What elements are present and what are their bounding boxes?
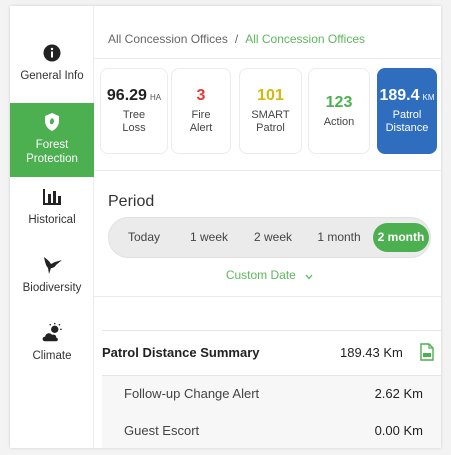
summary-row: Follow-up Change Alert 2.62 Km bbox=[102, 376, 441, 412]
stat-value: 96.29 HA bbox=[106, 87, 162, 104]
summary-total: 189.43 Km bbox=[340, 345, 403, 360]
custom-date-dropdown[interactable]: Custom Date bbox=[108, 268, 431, 283]
sidebar-item-general-info[interactable]: General Info bbox=[10, 42, 94, 100]
period-option-1-month[interactable]: 1 month bbox=[311, 223, 367, 252]
period-option-2-month[interactable]: 2 month bbox=[373, 223, 429, 252]
summary-row: Guest Escort 0.00 Km bbox=[102, 413, 441, 448]
divider bbox=[94, 296, 441, 297]
stat-value: 189.4 KM bbox=[379, 87, 435, 104]
summary-row-value: 0.00 Km bbox=[374, 423, 423, 438]
sidebar-item-historical[interactable]: Historical bbox=[10, 186, 94, 244]
stat-label: Tree Loss bbox=[122, 109, 146, 134]
summary-row-label: Follow-up Change Alert bbox=[124, 386, 260, 401]
sidebar-item-biodiversity[interactable]: Biodiversity bbox=[10, 254, 94, 312]
summary-row-value: 2.62 Km bbox=[374, 386, 423, 401]
divider bbox=[94, 170, 441, 171]
shield-icon bbox=[41, 111, 63, 133]
stat-card-action[interactable]: 123 Action bbox=[308, 68, 370, 154]
divider bbox=[94, 58, 441, 59]
sidebar: General Info Forest Protection Historica… bbox=[10, 6, 94, 448]
summary-list: Follow-up Change Alert 2.62 Km Guest Esc… bbox=[102, 376, 441, 448]
stat-card-tree-loss[interactable]: 96.29 HA Tree Loss bbox=[100, 68, 168, 154]
info-icon bbox=[41, 42, 63, 64]
period-option-today[interactable]: Today bbox=[119, 223, 169, 252]
summary-title: Patrol Distance Summary bbox=[102, 345, 260, 360]
breadcrumb: All Concession Offices / All Concession Of… bbox=[108, 32, 365, 46]
sidebar-item-label: Forest Protection bbox=[26, 139, 78, 165]
hummingbird-icon bbox=[41, 254, 63, 276]
sidebar-item-label: General Info bbox=[20, 70, 84, 82]
custom-date-label: Custom Date bbox=[225, 268, 296, 282]
chevron-down-icon bbox=[305, 269, 313, 283]
app-frame: General Info Forest Protection Historica… bbox=[10, 6, 441, 448]
stat-label: Action bbox=[323, 115, 355, 128]
sidebar-item-forest-protection[interactable]: Forest Protection bbox=[10, 103, 94, 177]
stat-value: 101 bbox=[257, 87, 284, 104]
sidebar-item-label: Climate bbox=[32, 350, 72, 362]
weather-icon bbox=[41, 322, 63, 344]
summary-header: Patrol Distance Summary 189.43 Km bbox=[102, 330, 441, 376]
bar-chart-icon bbox=[41, 186, 63, 208]
period-option-2-week[interactable]: 2 week bbox=[247, 223, 299, 252]
breadcrumb-item[interactable]: All Concession Offices bbox=[108, 32, 228, 46]
stat-label: Patrol Distance bbox=[385, 109, 429, 134]
sidebar-item-climate[interactable]: Climate bbox=[10, 322, 94, 380]
stat-label: SMART Patrol bbox=[251, 109, 290, 134]
stat-value: 123 bbox=[325, 93, 353, 111]
summary-row-label: Guest Escort bbox=[124, 423, 200, 438]
sidebar-item-label: Biodiversity bbox=[22, 282, 82, 294]
stat-label: Fire Alert bbox=[189, 109, 213, 134]
sidebar-item-label: Historical bbox=[28, 214, 76, 226]
document-icon[interactable] bbox=[420, 343, 434, 366]
stat-card-smart-patrol[interactable]: 101 SMART Patrol bbox=[239, 68, 302, 154]
period-title: Period bbox=[108, 193, 155, 210]
stat-value: 3 bbox=[196, 87, 206, 104]
period-selector: Today 1 week 2 week 1 month 2 month bbox=[108, 217, 431, 258]
stat-card-patrol-distance[interactable]: 189.4 KM Patrol Distance bbox=[377, 68, 437, 154]
breadcrumb-separator: / bbox=[234, 32, 239, 46]
breadcrumb-item-current[interactable]: All Concession Offices bbox=[245, 32, 365, 46]
period-option-1-week[interactable]: 1 week bbox=[183, 223, 235, 252]
stat-card-fire-alert[interactable]: 3 Fire Alert bbox=[171, 68, 231, 154]
